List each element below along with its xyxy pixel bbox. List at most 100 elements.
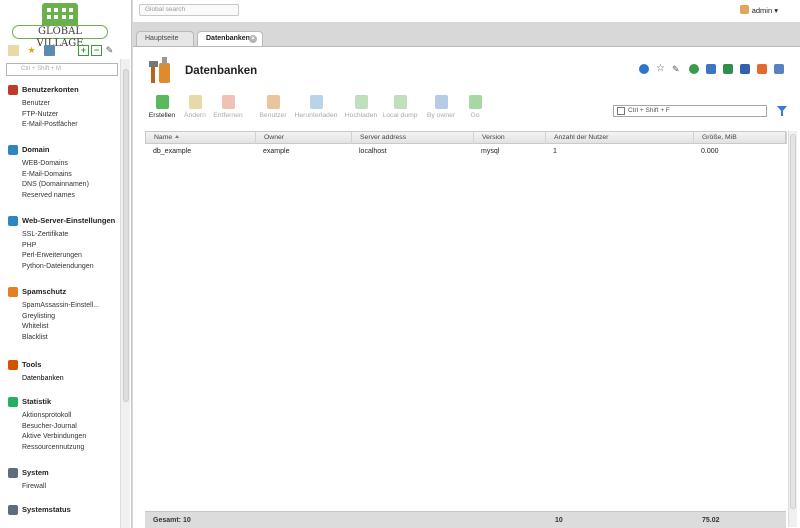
sidebar-section-header[interactable]: Statistik	[8, 396, 120, 408]
table-row[interactable]: db_example example localhost mysql 1 0.000	[145, 145, 786, 158]
sidebar-item[interactable]: Datenbanken	[8, 374, 120, 385]
sidebar-item[interactable]: PHP	[8, 241, 120, 252]
toolbar-button[interactable]: Herunterladen	[293, 95, 339, 123]
print-icon[interactable]	[757, 64, 767, 74]
filter-funnel-icon[interactable]	[777, 106, 787, 116]
page-title: Datenbanken	[185, 65, 258, 77]
table-filter-input[interactable]: Ctrl + Shift + F	[613, 105, 767, 117]
sidebar-section-header[interactable]: Domain	[8, 144, 120, 156]
tab-hauptseite[interactable]: Hauptseite	[136, 31, 194, 46]
sidebar-section-title: System	[22, 468, 49, 477]
tools-hammer-icon	[149, 57, 170, 83]
table-scrollbar[interactable]	[788, 131, 797, 527]
sidebar-item[interactable]: DNS (Domainnamen)	[8, 180, 120, 191]
toolbar-button[interactable]: By owner	[423, 95, 459, 123]
sidebar-section-header[interactable]: Web-Server-Einstellungen	[8, 215, 120, 227]
column-header[interactable]: Server address	[352, 132, 474, 144]
sidebar-section: Benutzerkonten Benutzer FTP-Nutzer E-Mail-P…	[8, 84, 120, 131]
settings-icon[interactable]	[774, 64, 784, 74]
toolbar-button[interactable]: Entfernen	[209, 95, 247, 123]
sidebar-item[interactable]: E-Mail-Domains	[8, 170, 120, 181]
toolbar-button-label: Benutzer	[259, 112, 287, 119]
user-menu[interactable]: admin ▾	[739, 5, 778, 15]
excel-icon[interactable]	[723, 64, 733, 74]
export-icon[interactable]	[706, 64, 716, 74]
tools-icon	[8, 360, 18, 370]
toolbar-button[interactable]: Local dump	[381, 95, 419, 123]
sidebar-section-header[interactable]: Systemstatus	[8, 504, 120, 516]
sidebar-search-input[interactable]: Ctrl + Shift + M	[6, 63, 118, 76]
sidebar-item[interactable]: Firewall	[8, 482, 120, 493]
user-avatar-icon	[739, 5, 749, 14]
user-name: admin	[751, 6, 773, 15]
column-header-label: Anzahl der Nutzer	[554, 134, 609, 141]
sidebar: GLOBAL VILLAGE ★ + − ✎ Ctrl + Shift + M …	[0, 0, 132, 528]
web-icon[interactable]	[689, 64, 699, 74]
sidebar-section-header[interactable]: Spamschutz	[8, 286, 120, 298]
sidebar-item[interactable]: Python-Dateiendungen	[8, 262, 120, 273]
column-header-label: Version	[482, 134, 505, 141]
toolbar-button-label: Local dump	[382, 112, 418, 119]
tab-bar: Hauptseite Datenbanken ×	[133, 22, 800, 46]
global-village-logo[interactable]: GLOBAL VILLAGE	[12, 3, 108, 49]
sidebar-item[interactable]: SpamAssassin-Einstell...	[8, 301, 120, 312]
column-header-label: Server address	[360, 134, 407, 141]
sidebar-section-header[interactable]: Benutzerkonten	[8, 84, 120, 96]
word-icon[interactable]	[740, 64, 750, 74]
sidebar-item[interactable]: E-Mail-Postfächer	[8, 120, 120, 131]
column-header[interactable]: Owner	[256, 132, 352, 144]
sidebar-scrollbar[interactable]	[120, 59, 130, 528]
column-header[interactable]: Anzahl der Nutzer	[546, 132, 694, 144]
briefcase-icon[interactable]	[44, 45, 55, 56]
create-icon	[155, 95, 169, 109]
sidebar-section-title: Tools	[22, 360, 42, 369]
global-search-input[interactable]: Global search	[139, 4, 239, 16]
sidebar-item[interactable]: Aktive Verbindungen	[8, 432, 120, 443]
refresh-icon[interactable]	[639, 64, 649, 74]
column-header[interactable]: Name	[146, 132, 256, 144]
sidebar-item[interactable]: Besucher-Journal	[8, 422, 120, 433]
column-header[interactable]: Größe, MiB	[694, 132, 787, 144]
table-cell: db_example	[153, 148, 192, 155]
toolbar-button[interactable]: Erstellen	[147, 95, 177, 123]
sidebar-section-title: Statistik	[22, 397, 52, 406]
sidebar-item[interactable]: Ressourcennutzung	[8, 443, 120, 454]
logo-text: GLOBAL VILLAGE	[12, 25, 108, 49]
sidebar-item[interactable]: SSL-Zertifikate	[8, 230, 120, 241]
sidebar-section-header[interactable]: System	[8, 467, 120, 479]
sidebar-item[interactable]: Blacklist	[8, 333, 120, 344]
expand-all-icon[interactable]: +	[78, 45, 89, 56]
favorite-star-icon[interactable]: ☆	[656, 64, 666, 74]
sidebar-item[interactable]: Whitelist	[8, 322, 120, 333]
sidebar-item[interactable]: Greylisting	[8, 312, 120, 323]
main-panel: Datenbanken ☆ ✎ Erstellen Ändern Entfernen…	[133, 46, 800, 528]
menu-icon[interactable]	[8, 45, 19, 56]
sidebar-section: System Firewall	[8, 467, 120, 493]
sidebar-section: Tools Datenbanken	[8, 359, 120, 385]
sidebar-item[interactable]: Benutzer	[8, 99, 120, 110]
toolbar-button[interactable]: Benutzer	[255, 95, 291, 123]
totals-count: Gesamt: 10	[153, 517, 191, 524]
sidebar-item[interactable]: FTP-Nutzer	[8, 110, 120, 121]
pin-page-icon[interactable]: ✎	[672, 64, 682, 74]
pin-icon[interactable]: ✎	[104, 45, 115, 56]
close-tab-icon[interactable]: ×	[249, 35, 257, 43]
sidebar-item[interactable]: Reserved names	[8, 191, 120, 202]
filter-owner-icon	[434, 95, 448, 109]
table-cell: localhost	[359, 148, 387, 155]
sidebar-item[interactable]: Aktionsprotokoll	[8, 411, 120, 422]
sidebar-item[interactable]: Perl-Erweiterungen	[8, 251, 120, 262]
logo-building-icon	[42, 3, 78, 27]
tab-datenbanken[interactable]: Datenbanken ×	[197, 31, 263, 46]
toolbar-button[interactable]: Hochladen	[343, 95, 379, 123]
collapse-all-icon[interactable]: −	[91, 45, 102, 56]
toolbar-button[interactable]: Ändern	[181, 95, 209, 123]
column-header-label: Owner	[264, 134, 285, 141]
databases-table: Name Owner Server address Version Anzahl der…	[145, 131, 798, 527]
toolbar-button[interactable]: Go	[465, 95, 485, 123]
column-header[interactable]: Version	[474, 132, 546, 144]
sidebar-item[interactable]: WEB-Domains	[8, 159, 120, 170]
sidebar-section: Spamschutz SpamAssassin-Einstell... Greyli…	[8, 286, 120, 343]
sidebar-section-header[interactable]: Tools	[8, 359, 120, 371]
favorites-star-icon[interactable]: ★	[26, 45, 37, 56]
